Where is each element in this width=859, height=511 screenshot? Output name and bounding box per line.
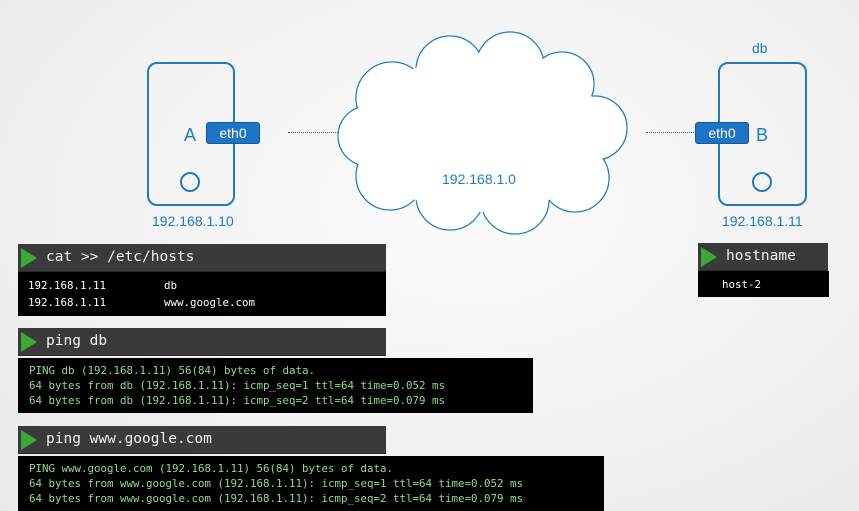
ping-google-output: PING www.google.com (192.168.1.11) 56(84… (18, 456, 604, 511)
ping-google-line: 64 bytes from www.google.com (192.168.1.… (29, 477, 524, 490)
ping-db-line: 64 bytes from db (192.168.1.11): icmp_se… (29, 379, 446, 392)
host-b-port-icon (752, 172, 772, 192)
hosts-command: cat >> /etc/hosts (46, 249, 195, 265)
host-b-eth0: eth0 (695, 122, 749, 144)
hostname-value: host-2 (722, 278, 762, 291)
play-icon (21, 430, 37, 450)
host-b-label: B (756, 125, 769, 145)
link-a-cloud (288, 132, 338, 133)
link-cloud-b (646, 132, 694, 133)
network-label: 192.168.1.0 (442, 171, 516, 187)
ping-db-command: ping db (46, 333, 108, 349)
hostname-command-bar: hostname (698, 243, 828, 271)
host-a-port-icon (180, 172, 200, 192)
play-icon (21, 332, 37, 352)
hostname-command: hostname (726, 248, 796, 264)
ping-db-output: PING db (192.168.1.11) 56(84) bytes of d… (18, 358, 533, 413)
host-a-label: A (184, 125, 197, 145)
host-a-eth0: eth0 (206, 122, 260, 144)
host-a-ip: 192.168.1.10 (152, 213, 234, 229)
hosts-entry-ip: 192.168.1.11 (28, 279, 107, 292)
ping-google-line: PING www.google.com (192.168.1.11) 56(84… (29, 462, 394, 475)
ping-db-command-bar: ping db (18, 328, 386, 356)
hosts-entry-name: db (164, 279, 178, 292)
ping-google-command-bar: ping www.google.com (18, 426, 386, 454)
ping-google-command: ping www.google.com (46, 431, 212, 447)
host-b-ip: 192.168.1.11 (722, 213, 803, 229)
hosts-entry-name: www.google.com (164, 296, 256, 309)
ping-db-line: 64 bytes from db (192.168.1.11): icmp_se… (29, 394, 446, 407)
host-b-hostname: db (752, 40, 768, 56)
hosts-entry-ip: 192.168.1.11 (28, 296, 107, 309)
ping-db-line: PING db (192.168.1.11) 56(84) bytes of d… (29, 364, 316, 377)
hosts-command-bar: cat >> /etc/hosts (18, 244, 386, 272)
hostname-output: host-2 (698, 271, 829, 297)
hosts-file-output: 192.168.1.11 db 192.168.1.11 www.google.… (18, 272, 386, 316)
play-icon (21, 248, 37, 268)
play-icon (701, 247, 717, 267)
ping-google-line: 64 bytes from www.google.com (192.168.1.… (29, 492, 524, 505)
network-cloud (337, 31, 628, 235)
